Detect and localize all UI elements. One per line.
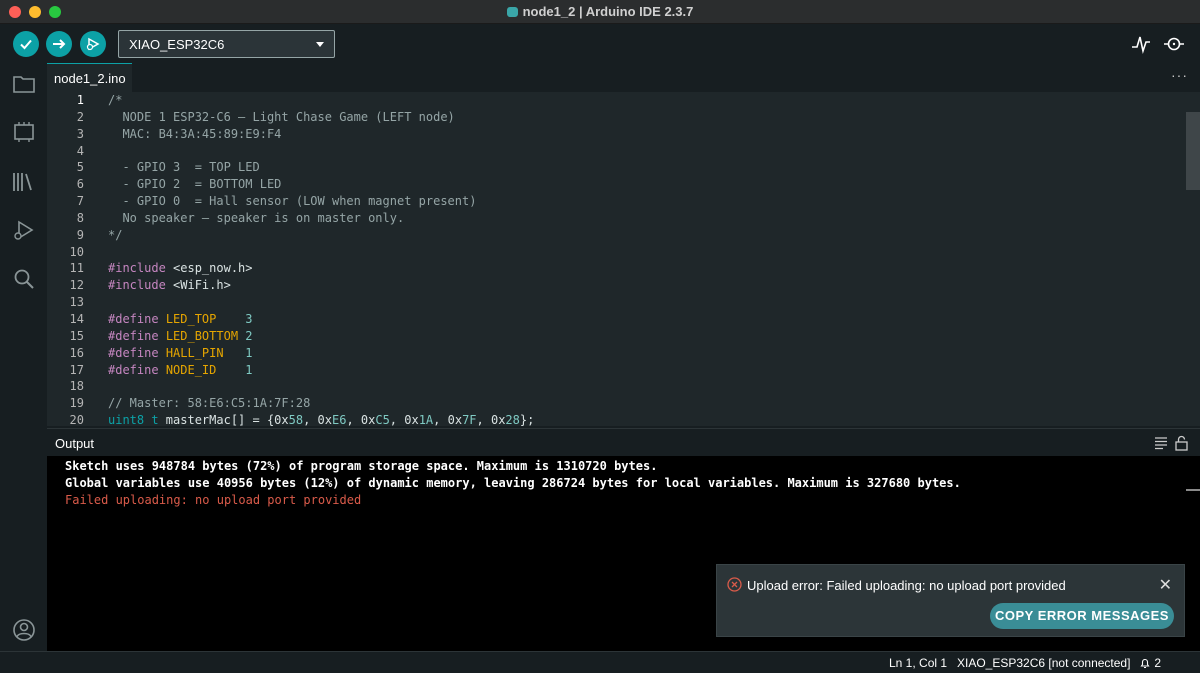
line-number: 16	[69, 345, 84, 360]
status-bar: Ln 1, Col 1 XIAO_ESP32C6 [not connected]…	[0, 651, 1200, 673]
code-line: */	[108, 227, 123, 242]
verify-button[interactable]	[13, 31, 39, 57]
output-line: Global variables use 40956 bytes (12%) o…	[65, 476, 961, 490]
sketchbook-folder-icon[interactable]	[11, 71, 37, 97]
output-panel-header: Output	[47, 428, 1200, 456]
cursor-position[interactable]: Ln 1, Col 1	[889, 656, 947, 670]
line-number: 9	[76, 227, 84, 242]
boards-manager-icon[interactable]	[11, 119, 37, 145]
arduino-icon	[506, 7, 518, 17]
output-line: Sketch uses 948784 bytes (72%) of progra…	[65, 459, 658, 473]
line-number: 11	[69, 261, 84, 276]
notification-message: Upload error: Failed uploading: no uploa…	[747, 578, 1066, 593]
notifications-status[interactable]: 2	[1139, 656, 1161, 670]
bell-icon	[1140, 658, 1150, 669]
line-number: 2	[76, 109, 84, 124]
more-actions-icon[interactable]: ···	[1171, 67, 1188, 83]
editor-tabs: node1_2.ino ···	[47, 63, 1200, 92]
upload-button[interactable]	[46, 31, 72, 57]
code-line: /*	[108, 93, 123, 107]
code-line: - GPIO 0 = Hall sensor (LOW when magnet …	[108, 194, 477, 209]
scroll-lock-icon[interactable]	[1175, 435, 1188, 451]
line-number: 15	[69, 328, 84, 343]
error-icon	[727, 577, 742, 592]
output-scrollbar[interactable]	[1186, 489, 1200, 491]
title-bar: node1_2 | Arduino IDE 2.3.7	[0, 0, 1200, 24]
code-line: uint8_t masterMac[] = {0x58, 0xE6, 0xC5,…	[108, 413, 535, 426]
code-line: #define LED_BOTTOM 2	[108, 328, 253, 343]
notification-count: 2	[1154, 656, 1162, 670]
chevron-down-icon	[316, 42, 324, 47]
code-line: #define LED_TOP 3	[108, 311, 253, 326]
code-line: #define NODE_ID 1	[108, 362, 253, 377]
arrow-right-icon	[53, 39, 66, 49]
line-number: 7	[76, 194, 84, 209]
window-title-text: node1_2 | Arduino IDE 2.3.7	[522, 4, 694, 19]
board-selector[interactable]: XIAO_ESP32C6	[118, 30, 335, 58]
line-number: 20	[69, 413, 84, 426]
serial-plotter-icon[interactable]	[1130, 33, 1152, 55]
line-number-gutter: 1 2 3 4 5 6 7 8 9 10 11 12 13 14 15 16 1…	[47, 92, 94, 426]
output-error-line: Failed uploading: no upload port provide…	[65, 493, 362, 507]
line-number: 5	[76, 160, 84, 175]
editor-scrollbar[interactable]	[1186, 112, 1200, 190]
window-title: node1_2 | Arduino IDE 2.3.7	[0, 4, 1200, 19]
line-number: 19	[69, 396, 84, 411]
line-number: 1	[76, 93, 84, 107]
board-selector-label: XIAO_ESP32C6	[129, 37, 225, 52]
code-line: MAC: B4:3A:45:89:E9:F4	[108, 126, 282, 141]
copy-error-messages-button[interactable]: COPY ERROR MESSAGES	[990, 603, 1174, 629]
code-lines: /* NODE 1 ESP32-C6 – Light Chase Game (L…	[108, 92, 534, 426]
line-number: 8	[76, 210, 84, 225]
code-line: - GPIO 3 = TOP LED	[108, 160, 260, 175]
line-number: 13	[69, 295, 84, 310]
serial-monitor-icon[interactable]	[1163, 33, 1185, 55]
profile-icon[interactable]	[11, 617, 37, 643]
code-line: #include <WiFi.h>	[108, 278, 231, 293]
output-actions	[1155, 435, 1188, 451]
line-number: 17	[69, 362, 84, 377]
output-title: Output	[55, 436, 95, 451]
code-line: #include <esp_now.h>	[108, 261, 253, 276]
line-number: 4	[76, 143, 84, 158]
clear-output-icon[interactable]	[1155, 437, 1167, 450]
code-line: No speaker – speaker is on master only.	[108, 210, 405, 225]
debug-icon[interactable]	[11, 218, 37, 244]
line-number: 14	[69, 311, 84, 326]
library-manager-icon[interactable]	[11, 169, 37, 195]
line-number: 12	[69, 278, 84, 293]
code-line: NODE 1 ESP32-C6 – Light Chase Game (LEFT…	[108, 109, 455, 124]
line-number: 10	[69, 244, 84, 259]
code-line: - GPIO 2 = BOTTOM LED	[108, 177, 282, 192]
tab-node1-2-ino[interactable]: node1_2.ino	[47, 63, 132, 92]
line-number: 18	[69, 379, 84, 394]
code-line: #define HALL_PIN 1	[108, 345, 253, 360]
debug-button[interactable]	[80, 31, 106, 57]
toolbar: XIAO_ESP32C6	[0, 25, 1200, 63]
code-line: // Master: 58:E6:C5:1A:7F:28	[108, 396, 311, 411]
activity-bar	[0, 63, 47, 651]
line-number: 3	[76, 126, 84, 141]
tab-label: node1_2.ino	[54, 71, 126, 86]
search-icon[interactable]	[11, 266, 37, 292]
upload-error-notification: Upload error: Failed uploading: no uploa…	[716, 564, 1185, 637]
checkmark-icon	[20, 39, 32, 50]
code-editor[interactable]: 1 2 3 4 5 6 7 8 9 10 11 12 13 14 15 16 1…	[47, 92, 1200, 426]
close-icon[interactable]: ✕	[1159, 575, 1172, 595]
line-number: 6	[76, 177, 84, 192]
debugger-icon	[86, 37, 100, 51]
board-status[interactable]: XIAO_ESP32C6 [not connected]	[957, 656, 1130, 670]
